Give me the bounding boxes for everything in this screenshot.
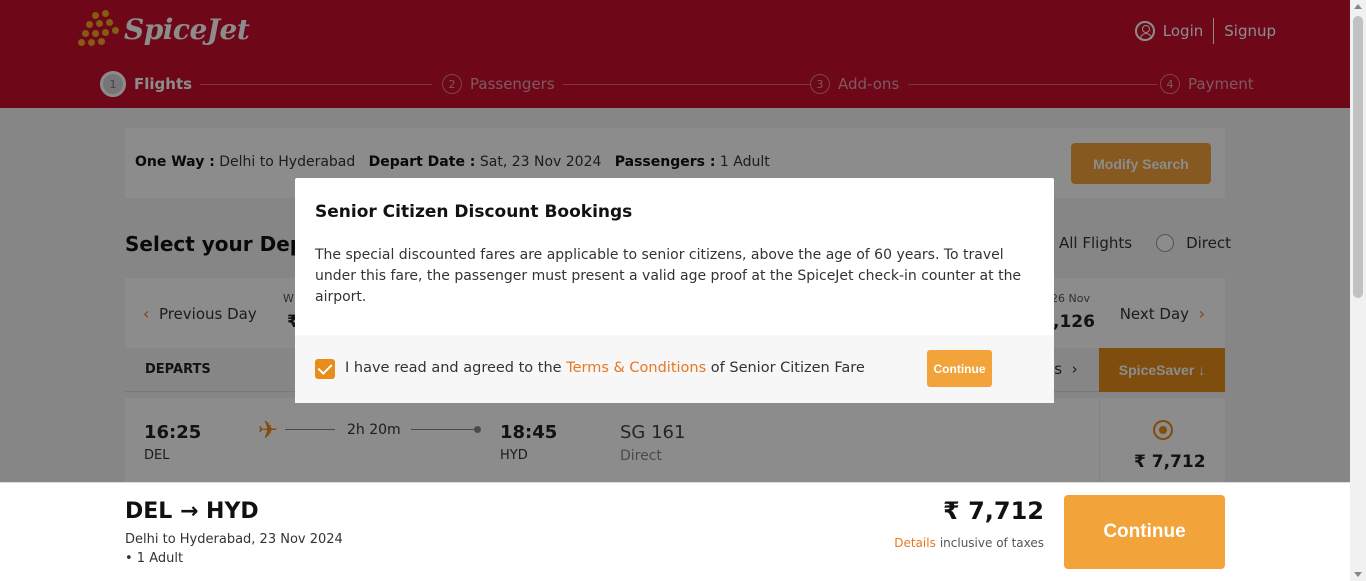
price-note: Details inclusive of taxes — [894, 536, 1044, 550]
scroll-up-arrow-icon[interactable] — [1354, 4, 1362, 9]
scroll-down-arrow-icon[interactable] — [1354, 572, 1362, 577]
agree-checkbox[interactable] — [315, 359, 335, 379]
modal-title: Senior Citizen Discount Bookings — [315, 202, 633, 222]
agree-text: I have read and agreed to the Terms & Co… — [345, 360, 865, 376]
senior-citizen-modal: Senior Citizen Discount Bookings The spe… — [295, 178, 1054, 403]
page-scrollbar[interactable] — [1350, 0, 1366, 581]
details-link[interactable]: Details — [894, 536, 936, 550]
agree-suffix: of Senior Citizen Fare — [710, 360, 865, 376]
total-price: ₹ 7,712 — [943, 497, 1044, 525]
modal-footer: I have read and agreed to the Terms & Co… — [295, 335, 1054, 403]
modal-continue-button[interactable]: Continue — [927, 350, 992, 387]
summary-route: DEL → HYD — [125, 499, 259, 524]
tax-note: inclusive of taxes — [939, 536, 1044, 550]
continue-button[interactable]: Continue — [1064, 495, 1225, 569]
modal-body: The special discounted fares are applica… — [315, 247, 1022, 305]
terms-link[interactable]: Terms & Conditions — [566, 360, 706, 376]
summary-passengers: • 1 Adult — [125, 551, 184, 566]
booking-summary-bar: DEL → HYD Delhi to Hyderabad, 23 Nov 202… — [0, 482, 1350, 581]
agree-prefix: I have read and agreed to the — [345, 360, 562, 376]
scroll-thumb[interactable] — [1353, 16, 1363, 298]
summary-route-date: Delhi to Hyderabad, 23 Nov 2024 — [125, 532, 343, 547]
